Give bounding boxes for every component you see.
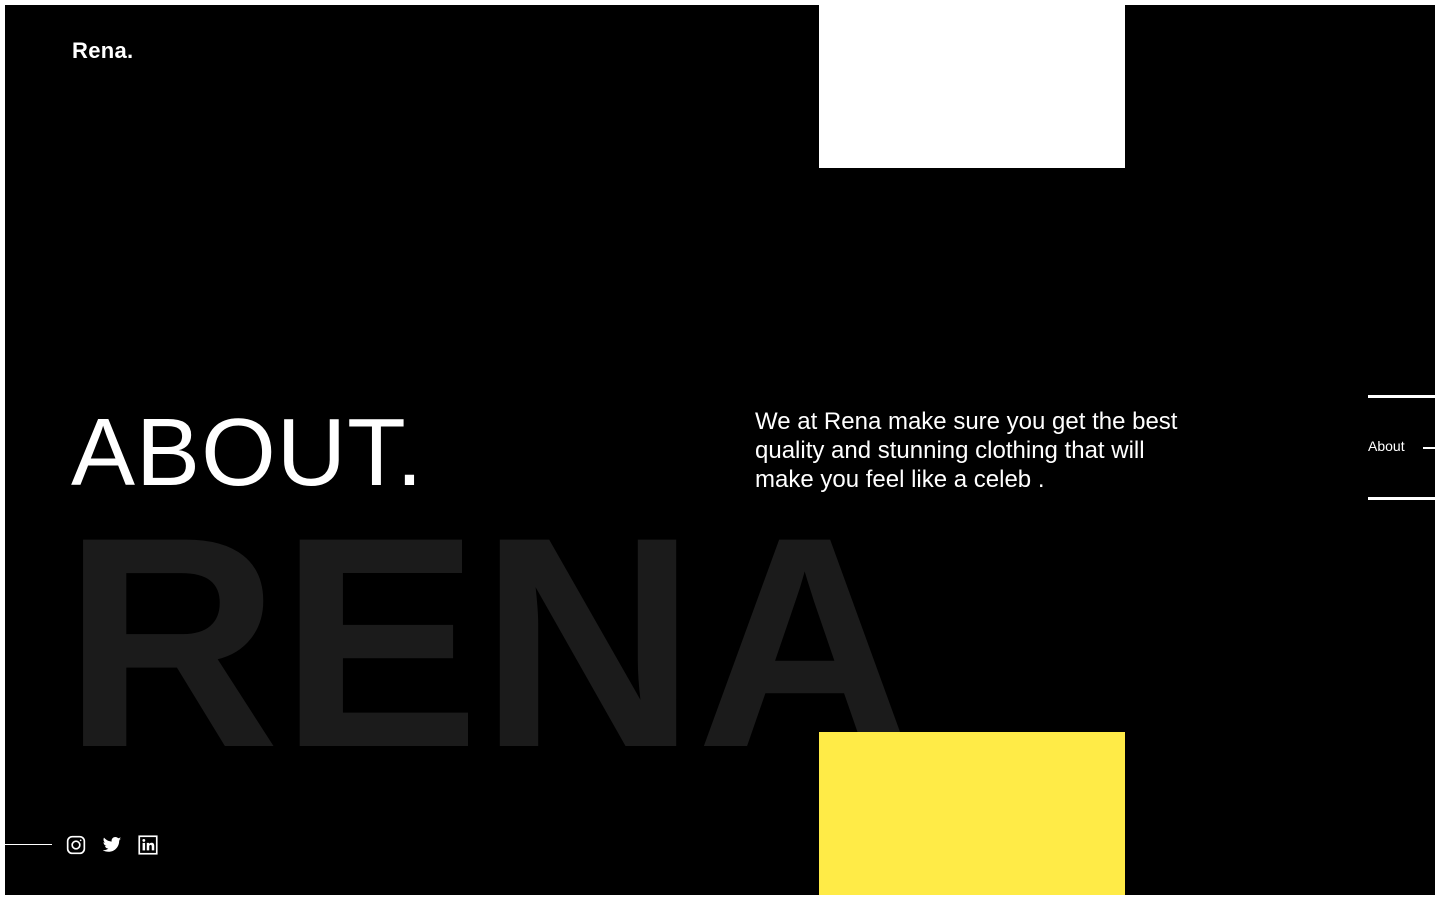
side-navigation: About bbox=[1368, 395, 1435, 500]
white-accent-block bbox=[819, 5, 1125, 168]
linkedin-icon[interactable] bbox=[138, 835, 158, 855]
social-divider-line bbox=[5, 844, 52, 845]
side-nav-top-rule bbox=[1368, 395, 1435, 398]
side-nav-active-indicator bbox=[1423, 447, 1435, 449]
side-nav-item-about[interactable]: About bbox=[1368, 438, 1405, 454]
instagram-icon[interactable] bbox=[66, 835, 86, 855]
yellow-accent-block bbox=[819, 732, 1125, 895]
about-description: We at Rena make sure you get the best qu… bbox=[755, 408, 1178, 493]
twitter-icon[interactable] bbox=[102, 835, 122, 855]
page-title: ABOUT. bbox=[71, 399, 424, 506]
side-nav-bottom-rule bbox=[1368, 497, 1435, 500]
background-watermark: RENA bbox=[63, 474, 914, 810]
social-links bbox=[66, 835, 158, 855]
brand-logo[interactable]: Rena. bbox=[72, 38, 133, 64]
page-frame: Rena. RENA ABOUT. We at Rena make sure y… bbox=[5, 5, 1435, 895]
